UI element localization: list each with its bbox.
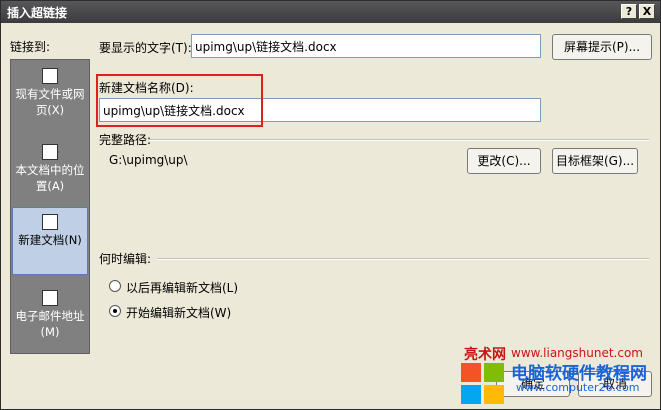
- sidebar-item-existing-file[interactable]: 现有文件或网页(X): [12, 62, 88, 130]
- dialog-title: 插入超链接: [7, 6, 68, 20]
- sidebar-item-label: 现有文件或网页(X): [15, 87, 85, 117]
- windows-logo-icon: [461, 363, 504, 404]
- divider: [149, 139, 649, 141]
- change-button[interactable]: 更改(C)...: [467, 148, 541, 174]
- when-edit-label: 何时编辑:: [99, 252, 152, 266]
- watermark-brand: 亮术网: [464, 347, 506, 363]
- edit-later-radio[interactable]: [109, 280, 121, 292]
- divider: [157, 258, 649, 260]
- display-text-label: 要显示的文字(T):: [99, 41, 192, 55]
- sidebar-item-label: 本文档中的位置(A): [15, 163, 85, 193]
- sidebar-item-label: 电子邮件地址(M): [15, 309, 85, 339]
- sidebar-item-place-in-document[interactable]: 本文档中的位置(A): [12, 138, 88, 206]
- highlight-box: [96, 74, 263, 127]
- existing-file-icon: [42, 68, 58, 84]
- target-frame-button[interactable]: 目标框架(G)...: [552, 148, 638, 174]
- full-path-label: 完整路径:: [99, 133, 152, 147]
- edit-later-label[interactable]: 以后再编辑新文档(L): [126, 279, 238, 296]
- insert-hyperlink-dialog: 插入超链接 ? X 链接到: 现有文件或网页(X) 本文档中的位置(A) 新建文…: [0, 0, 661, 410]
- title-bar: 插入超链接 ? X: [1, 1, 660, 23]
- new-document-icon: [42, 214, 58, 230]
- edit-now-label[interactable]: 开始编辑新文档(W): [126, 304, 231, 321]
- link-to-sidebar: 现有文件或网页(X) 本文档中的位置(A) 新建文档(N) 电子邮件地址(M): [10, 59, 90, 354]
- link-to-label: 链接到:: [10, 40, 51, 54]
- email-icon: [42, 290, 58, 306]
- display-text-input[interactable]: upimg\up\链接文档.docx: [191, 34, 541, 58]
- screentip-button[interactable]: 屏幕提示(P)...: [552, 34, 652, 60]
- document-place-icon: [42, 144, 58, 160]
- edit-now-radio[interactable]: [109, 305, 121, 317]
- watermark-site-url: www.computer26.com: [516, 381, 640, 394]
- watermark-url: www.liangshunet.com: [511, 346, 643, 360]
- sidebar-item-label: 新建文档(N): [18, 233, 82, 247]
- sidebar-item-email-address[interactable]: 电子邮件地址(M): [12, 284, 88, 352]
- sidebar-item-new-document[interactable]: 新建文档(N): [12, 207, 88, 275]
- full-path-value: G:\upimg\up\: [109, 153, 188, 167]
- close-button[interactable]: X: [639, 4, 655, 19]
- help-button[interactable]: ?: [621, 4, 637, 19]
